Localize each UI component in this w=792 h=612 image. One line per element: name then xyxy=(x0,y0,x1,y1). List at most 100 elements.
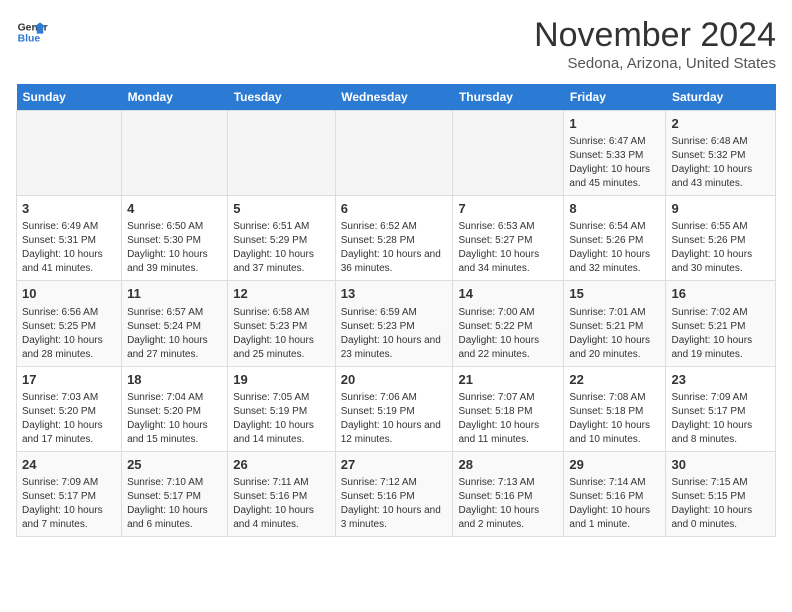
calendar-cell: 17 Sunrise: 7:03 AMSunset: 5:20 PMDayligh… xyxy=(17,366,122,451)
calendar-cell xyxy=(335,111,453,196)
week-row-5: 24 Sunrise: 7:09 AMSunset: 5:17 PMDayligh… xyxy=(17,451,776,536)
day-number: 2 xyxy=(671,115,770,133)
calendar-cell: 27 Sunrise: 7:12 AMSunset: 5:16 PMDayligh… xyxy=(335,451,453,536)
day-info: Sunrise: 7:08 AMSunset: 5:18 PMDaylight:… xyxy=(569,391,660,447)
day-info: Sunrise: 7:11 AMSunset: 5:16 PMDaylight:… xyxy=(233,476,330,532)
day-number: 27 xyxy=(341,456,448,474)
calendar-cell: 23 Sunrise: 7:09 AMSunset: 5:17 PMDayligh… xyxy=(666,366,776,451)
day-info: Sunrise: 7:03 AMSunset: 5:20 PMDaylight:… xyxy=(22,391,116,447)
calendar-cell: 3 Sunrise: 6:49 AMSunset: 5:31 PMDaylight… xyxy=(17,196,122,281)
day-number: 18 xyxy=(127,371,222,389)
day-number: 6 xyxy=(341,200,448,218)
day-number: 3 xyxy=(22,200,116,218)
day-info: Sunrise: 6:54 AMSunset: 5:26 PMDaylight:… xyxy=(569,220,660,276)
day-info: Sunrise: 6:51 AMSunset: 5:29 PMDaylight:… xyxy=(233,220,330,276)
svg-text:Blue: Blue xyxy=(18,34,41,45)
day-info: Sunrise: 6:59 AMSunset: 5:23 PMDaylight:… xyxy=(341,306,448,362)
calendar-body: 1 Sunrise: 6:47 AMSunset: 5:33 PMDaylight… xyxy=(17,111,776,537)
calendar-cell: 5 Sunrise: 6:51 AMSunset: 5:29 PMDaylight… xyxy=(228,196,336,281)
week-row-3: 10Sunrise: 6:56 AMSunset: 5:25 PMDayligh… xyxy=(17,281,776,366)
day-info: Sunrise: 7:09 AMSunset: 5:17 PMDaylight:… xyxy=(22,476,116,532)
day-number: 14 xyxy=(458,285,558,303)
day-number: 13 xyxy=(341,285,448,303)
calendar-cell: 1 Sunrise: 6:47 AMSunset: 5:33 PMDaylight… xyxy=(564,111,666,196)
week-row-4: 17 Sunrise: 7:03 AMSunset: 5:20 PMDayligh… xyxy=(17,366,776,451)
day-info: Sunrise: 6:52 AMSunset: 5:28 PMDaylight:… xyxy=(341,220,448,276)
day-info: Sunrise: 6:55 AMSunset: 5:26 PMDaylight:… xyxy=(671,220,770,276)
calendar-cell: 15Sunrise: 7:01 AMSunset: 5:21 PMDayligh… xyxy=(564,281,666,366)
calendar-cell: 28Sunrise: 7:13 AMSunset: 5:16 PMDayligh… xyxy=(453,451,564,536)
day-number: 24 xyxy=(22,456,116,474)
day-info: Sunrise: 6:57 AMSunset: 5:24 PMDaylight:… xyxy=(127,306,222,362)
day-number: 11 xyxy=(127,285,222,303)
weekday-header-thursday: Thursday xyxy=(453,84,564,111)
day-info: Sunrise: 7:02 AMSunset: 5:21 PMDaylight:… xyxy=(671,306,770,362)
location-subtitle: Sedona, Arizona, United States xyxy=(534,55,776,72)
day-number: 26 xyxy=(233,456,330,474)
logo: General Blue xyxy=(16,16,48,48)
calendar-cell: 19 Sunrise: 7:05 AMSunset: 5:19 PMDayligh… xyxy=(228,366,336,451)
title-area: November 2024 Sedona, Arizona, United St… xyxy=(534,16,776,72)
day-number: 16 xyxy=(671,285,770,303)
day-info: Sunrise: 7:06 AMSunset: 5:19 PMDaylight:… xyxy=(341,391,448,447)
calendar-cell xyxy=(17,111,122,196)
day-number: 20 xyxy=(341,371,448,389)
day-number: 12 xyxy=(233,285,330,303)
day-info: Sunrise: 6:58 AMSunset: 5:23 PMDaylight:… xyxy=(233,306,330,362)
day-info: Sunrise: 6:49 AMSunset: 5:31 PMDaylight:… xyxy=(22,220,116,276)
day-number: 25 xyxy=(127,456,222,474)
day-number: 8 xyxy=(569,200,660,218)
calendar-cell: 10Sunrise: 6:56 AMSunset: 5:25 PMDayligh… xyxy=(17,281,122,366)
weekday-header-wednesday: Wednesday xyxy=(335,84,453,111)
calendar-cell: 12 Sunrise: 6:58 AMSunset: 5:23 PMDayligh… xyxy=(228,281,336,366)
calendar-cell xyxy=(228,111,336,196)
day-info: Sunrise: 7:00 AMSunset: 5:22 PMDaylight:… xyxy=(458,306,558,362)
day-info: Sunrise: 7:09 AMSunset: 5:17 PMDaylight:… xyxy=(671,391,770,447)
calendar-cell xyxy=(453,111,564,196)
calendar-cell: 22Sunrise: 7:08 AMSunset: 5:18 PMDayligh… xyxy=(564,366,666,451)
calendar-cell: 18 Sunrise: 7:04 AMSunset: 5:20 PMDayligh… xyxy=(122,366,228,451)
day-info: Sunrise: 6:47 AMSunset: 5:33 PMDaylight:… xyxy=(569,135,660,191)
calendar-cell: 26 Sunrise: 7:11 AMSunset: 5:16 PMDayligh… xyxy=(228,451,336,536)
calendar-cell: 8 Sunrise: 6:54 AMSunset: 5:26 PMDaylight… xyxy=(564,196,666,281)
svg-text:General: General xyxy=(18,22,48,33)
day-number: 19 xyxy=(233,371,330,389)
header: General Blue November 2024 Sedona, Arizo… xyxy=(16,16,776,72)
day-info: Sunrise: 6:48 AMSunset: 5:32 PMDaylight:… xyxy=(671,135,770,191)
calendar-cell: 25 Sunrise: 7:10 AMSunset: 5:17 PMDayligh… xyxy=(122,451,228,536)
week-row-2: 3 Sunrise: 6:49 AMSunset: 5:31 PMDaylight… xyxy=(17,196,776,281)
calendar-cell: 29Sunrise: 7:14 AMSunset: 5:16 PMDayligh… xyxy=(564,451,666,536)
calendar-cell: 7 Sunrise: 6:53 AMSunset: 5:27 PMDaylight… xyxy=(453,196,564,281)
calendar-cell: 21Sunrise: 7:07 AMSunset: 5:18 PMDayligh… xyxy=(453,366,564,451)
calendar-cell: 4Sunrise: 6:50 AMSunset: 5:30 PMDaylight… xyxy=(122,196,228,281)
weekday-header-sunday: Sunday xyxy=(17,84,122,111)
calendar-table: SundayMondayTuesdayWednesdayThursdayFrid… xyxy=(16,84,776,537)
day-info: Sunrise: 7:13 AMSunset: 5:16 PMDaylight:… xyxy=(458,476,558,532)
day-number: 23 xyxy=(671,371,770,389)
weekday-header-monday: Monday xyxy=(122,84,228,111)
calendar-cell: 14 Sunrise: 7:00 AMSunset: 5:22 PMDayligh… xyxy=(453,281,564,366)
day-info: Sunrise: 7:15 AMSunset: 5:15 PMDaylight:… xyxy=(671,476,770,532)
calendar-cell: 9Sunrise: 6:55 AMSunset: 5:26 PMDaylight… xyxy=(666,196,776,281)
day-info: Sunrise: 7:05 AMSunset: 5:19 PMDaylight:… xyxy=(233,391,330,447)
day-info: Sunrise: 7:04 AMSunset: 5:20 PMDaylight:… xyxy=(127,391,222,447)
month-title: November 2024 xyxy=(534,16,776,55)
calendar-cell: 13 Sunrise: 6:59 AMSunset: 5:23 PMDayligh… xyxy=(335,281,453,366)
calendar-cell: 30 Sunrise: 7:15 AMSunset: 5:15 PMDayligh… xyxy=(666,451,776,536)
weekday-header-tuesday: Tuesday xyxy=(228,84,336,111)
day-number: 5 xyxy=(233,200,330,218)
day-info: Sunrise: 7:14 AMSunset: 5:16 PMDaylight:… xyxy=(569,476,660,532)
day-number: 1 xyxy=(569,115,660,133)
calendar-cell: 11 Sunrise: 6:57 AMSunset: 5:24 PMDayligh… xyxy=(122,281,228,366)
day-info: Sunrise: 7:10 AMSunset: 5:17 PMDaylight:… xyxy=(127,476,222,532)
logo-icon: General Blue xyxy=(16,16,48,48)
day-number: 7 xyxy=(458,200,558,218)
day-number: 30 xyxy=(671,456,770,474)
calendar-cell: 24 Sunrise: 7:09 AMSunset: 5:17 PMDayligh… xyxy=(17,451,122,536)
day-info: Sunrise: 6:56 AMSunset: 5:25 PMDaylight:… xyxy=(22,306,116,362)
day-info: Sunrise: 7:12 AMSunset: 5:16 PMDaylight:… xyxy=(341,476,448,532)
day-number: 15 xyxy=(569,285,660,303)
day-number: 17 xyxy=(22,371,116,389)
calendar-cell: 2 Sunrise: 6:48 AMSunset: 5:32 PMDaylight… xyxy=(666,111,776,196)
day-info: Sunrise: 6:53 AMSunset: 5:27 PMDaylight:… xyxy=(458,220,558,276)
